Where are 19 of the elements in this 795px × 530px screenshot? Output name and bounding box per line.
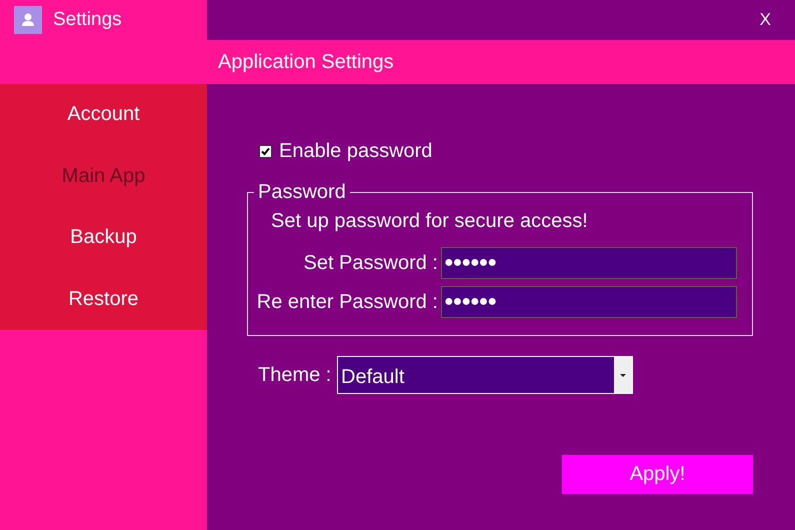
user-icon: [14, 6, 42, 34]
field-label: Set Password :: [302, 252, 439, 274]
sidebar-item[interactable]: Backup: [0, 207, 207, 268]
caret-icon: [620, 374, 626, 376]
header-title: Application Settings: [218, 50, 394, 74]
theme-dropdown[interactable]: Default: [337, 356, 633, 394]
window-title: Settings: [53, 9, 122, 31]
sidebar-item[interactable]: Account: [0, 84, 207, 146]
password-field[interactable]: ●●●●●●: [441, 286, 737, 318]
password-field[interactable]: ●●●●●●: [441, 247, 737, 279]
checkbox[interactable]: [259, 145, 272, 158]
sidebar-item[interactable]: Restore: [0, 268, 207, 330]
theme-label: Theme :: [258, 364, 332, 386]
field-label: Re enter Password :: [256, 290, 439, 314]
checkbox-label: Enable password: [279, 140, 432, 163]
close-button[interactable]: X: [760, 10, 771, 30]
group-legend: Password: [254, 181, 350, 204]
apply-button[interactable]: Apply!: [562, 455, 753, 494]
hint-text: Set up password for secure access!: [271, 210, 589, 233]
